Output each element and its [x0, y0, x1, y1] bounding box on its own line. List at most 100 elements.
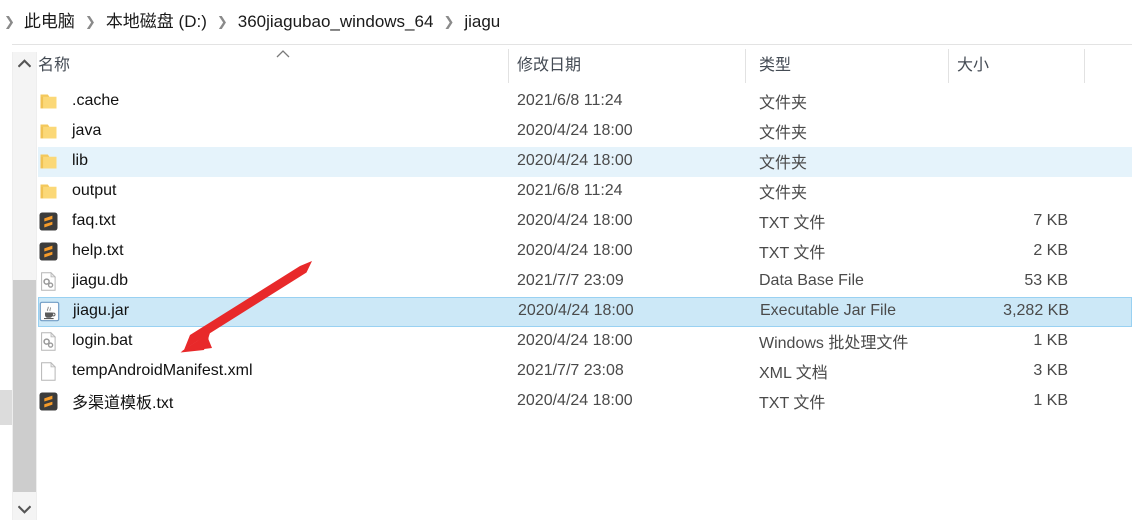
file-size-cell [948, 117, 1076, 145]
column-header-size-label: 大小 [957, 57, 990, 74]
folder-icon [38, 91, 59, 112]
file-name-label: .cache [72, 92, 120, 109]
column-header-date-label: 修改日期 [517, 57, 582, 74]
file-name-cell[interactable]: faq.txt [38, 207, 508, 235]
file-type-cell: Data Base File [759, 272, 864, 289]
file-name-label: faq.txt [72, 212, 116, 229]
breadcrumb-separator[interactable]: ❯ [436, 11, 461, 33]
file-type-cell: 文件夹 [759, 155, 808, 172]
sublime-text-icon [38, 241, 59, 262]
file-date-cell: 2020/4/24 18:00 [517, 122, 633, 139]
file-name-cell[interactable]: output [38, 177, 508, 205]
file-name-label: lib [72, 152, 89, 169]
file-size-cell: 1 KB [1033, 392, 1068, 409]
file-type-cell: TXT 文件 [759, 245, 826, 262]
breadcrumb-separator[interactable]: ❯ [210, 11, 235, 33]
file-row[interactable]: jiagu.db 2021/7/7 23:09 Data Base File 53 K… [38, 267, 1132, 297]
sublime-text-icon [38, 391, 59, 412]
file-name-cell[interactable]: login.bat [38, 327, 508, 355]
file-row[interactable]: login.bat 2020/4/24 18:00 Windows 批处理文件 1 K… [38, 327, 1132, 357]
breadcrumb-item[interactable]: 本地磁盘 (D:) [103, 9, 210, 35]
file-size-cell: 7 KB [1033, 212, 1068, 229]
file-date-cell: 2020/4/24 18:00 [517, 392, 633, 409]
file-size-cell: 53 KB [1024, 272, 1068, 289]
blank-document-icon [38, 361, 59, 382]
file-name-cell[interactable]: java [38, 117, 508, 145]
file-row[interactable]: java 2020/4/24 18:00 文件夹 [38, 117, 1132, 147]
file-type-cell: 文件夹 [759, 185, 808, 202]
generic-gears-file-icon [41, 271, 57, 291]
file-size-cell [948, 87, 1076, 115]
file-name-label: 多渠道模板.txt [72, 395, 174, 412]
file-row[interactable]: 多渠道模板.txt 2020/4/24 18:00 TXT 文件 1 KB [38, 387, 1132, 417]
file-size-cell [948, 147, 1076, 175]
file-name-label: jiagu.jar [73, 302, 130, 319]
folder-icon [40, 94, 57, 109]
breadcrumb-item[interactable]: 360jiagubao_windows_64 [235, 9, 437, 35]
blank-document-icon [41, 361, 57, 381]
breadcrumb[interactable]: ❯ 此电脑 ❯ 本地磁盘 (D:) ❯ 360jiagubao_windows_64 ❯ ji… [0, 0, 1132, 44]
file-size-cell: 2 KB [1033, 242, 1068, 259]
breadcrumb-item[interactable]: 此电脑 [21, 9, 78, 35]
scroll-up-button[interactable] [13, 52, 36, 74]
file-date-cell: 2021/6/8 11:24 [517, 92, 623, 109]
file-size-cell: 3 KB [1033, 362, 1068, 379]
file-rows: .cache 2021/6/8 11:24 文件夹 java 2020/4/24 18:… [38, 87, 1132, 417]
breadcrumb-item[interactable]: jiagu [461, 9, 503, 35]
file-type-cell: Executable Jar File [760, 302, 897, 319]
chevron-down-icon [18, 505, 31, 514]
column-divider[interactable] [1084, 49, 1085, 83]
file-name-label: help.txt [72, 242, 124, 259]
file-name-cell[interactable]: help.txt [38, 237, 508, 265]
file-row[interactable]: output 2021/6/8 11:24 文件夹 [38, 177, 1132, 207]
file-date-cell: 2020/4/24 18:00 [517, 332, 633, 349]
file-date-cell: 2020/4/24 18:00 [517, 242, 633, 259]
file-row[interactable]: lib 2020/4/24 18:00 文件夹 [38, 147, 1132, 177]
column-header-date[interactable]: 修改日期 [508, 51, 716, 81]
vertical-scrollbar[interactable] [12, 52, 37, 520]
breadcrumb-separator: ❯ [4, 14, 15, 29]
file-name-label: tempAndroidManifest.xml [72, 362, 253, 379]
file-size-cell: 3,282 KB [1003, 302, 1069, 319]
column-header-name[interactable]: 名称 [38, 51, 508, 81]
file-row[interactable]: jiagu.jar 2020/4/24 18:00 Executable Jar F… [38, 297, 1132, 327]
file-date-cell: 2021/7/7 23:09 [517, 272, 624, 289]
folder-icon [40, 184, 57, 199]
scroll-down-button[interactable] [13, 498, 36, 520]
file-date-cell: 2020/4/24 18:00 [517, 212, 633, 229]
file-name-cell[interactable]: .cache [38, 87, 508, 115]
adjacent-window-edge [0, 390, 12, 425]
breadcrumb-separator[interactable]: ❯ [78, 11, 103, 33]
sublime-text-icon [39, 242, 58, 261]
sublime-text-icon [39, 392, 58, 411]
scrollbar-thumb[interactable] [13, 280, 36, 492]
file-date-cell: 2021/6/8 11:24 [517, 182, 623, 199]
file-size-cell [948, 177, 1076, 205]
file-row[interactable]: .cache 2021/6/8 11:24 文件夹 [38, 87, 1132, 117]
file-row[interactable]: help.txt 2020/4/24 18:00 TXT 文件 2 KB [38, 237, 1132, 267]
file-date-cell: 2020/4/24 18:00 [517, 152, 633, 169]
file-size-cell: 1 KB [1033, 332, 1068, 349]
file-name-cell[interactable]: tempAndroidManifest.xml [38, 357, 508, 385]
sublime-text-icon [39, 212, 58, 231]
file-name-cell[interactable]: lib [38, 147, 508, 175]
folder-icon [40, 124, 57, 139]
column-header-type[interactable]: 类型 [750, 51, 953, 81]
file-type-cell: XML 文档 [759, 365, 828, 382]
file-name-cell[interactable]: jiagu.db [38, 267, 508, 295]
file-name-cell[interactable]: 多渠道模板.txt [38, 387, 508, 415]
folder-icon [38, 181, 59, 202]
file-name-label: java [72, 122, 102, 139]
column-divider[interactable] [745, 49, 746, 83]
column-header-size[interactable]: 大小 [948, 51, 1076, 81]
file-name-label: login.bat [72, 332, 133, 349]
file-date-cell: 2020/4/24 18:00 [518, 302, 634, 319]
column-header-name-label: 名称 [38, 57, 71, 74]
java-jar-icon [39, 301, 60, 322]
generic-gears-file-icon [38, 271, 59, 292]
file-row[interactable]: tempAndroidManifest.xml 2021/7/7 23:08 XML… [38, 357, 1132, 387]
file-row[interactable]: faq.txt 2020/4/24 18:00 TXT 文件 7 KB [38, 207, 1132, 237]
file-name-cell[interactable]: jiagu.jar [39, 298, 509, 324]
folder-icon [38, 151, 59, 172]
file-name-label: jiagu.db [72, 272, 129, 289]
